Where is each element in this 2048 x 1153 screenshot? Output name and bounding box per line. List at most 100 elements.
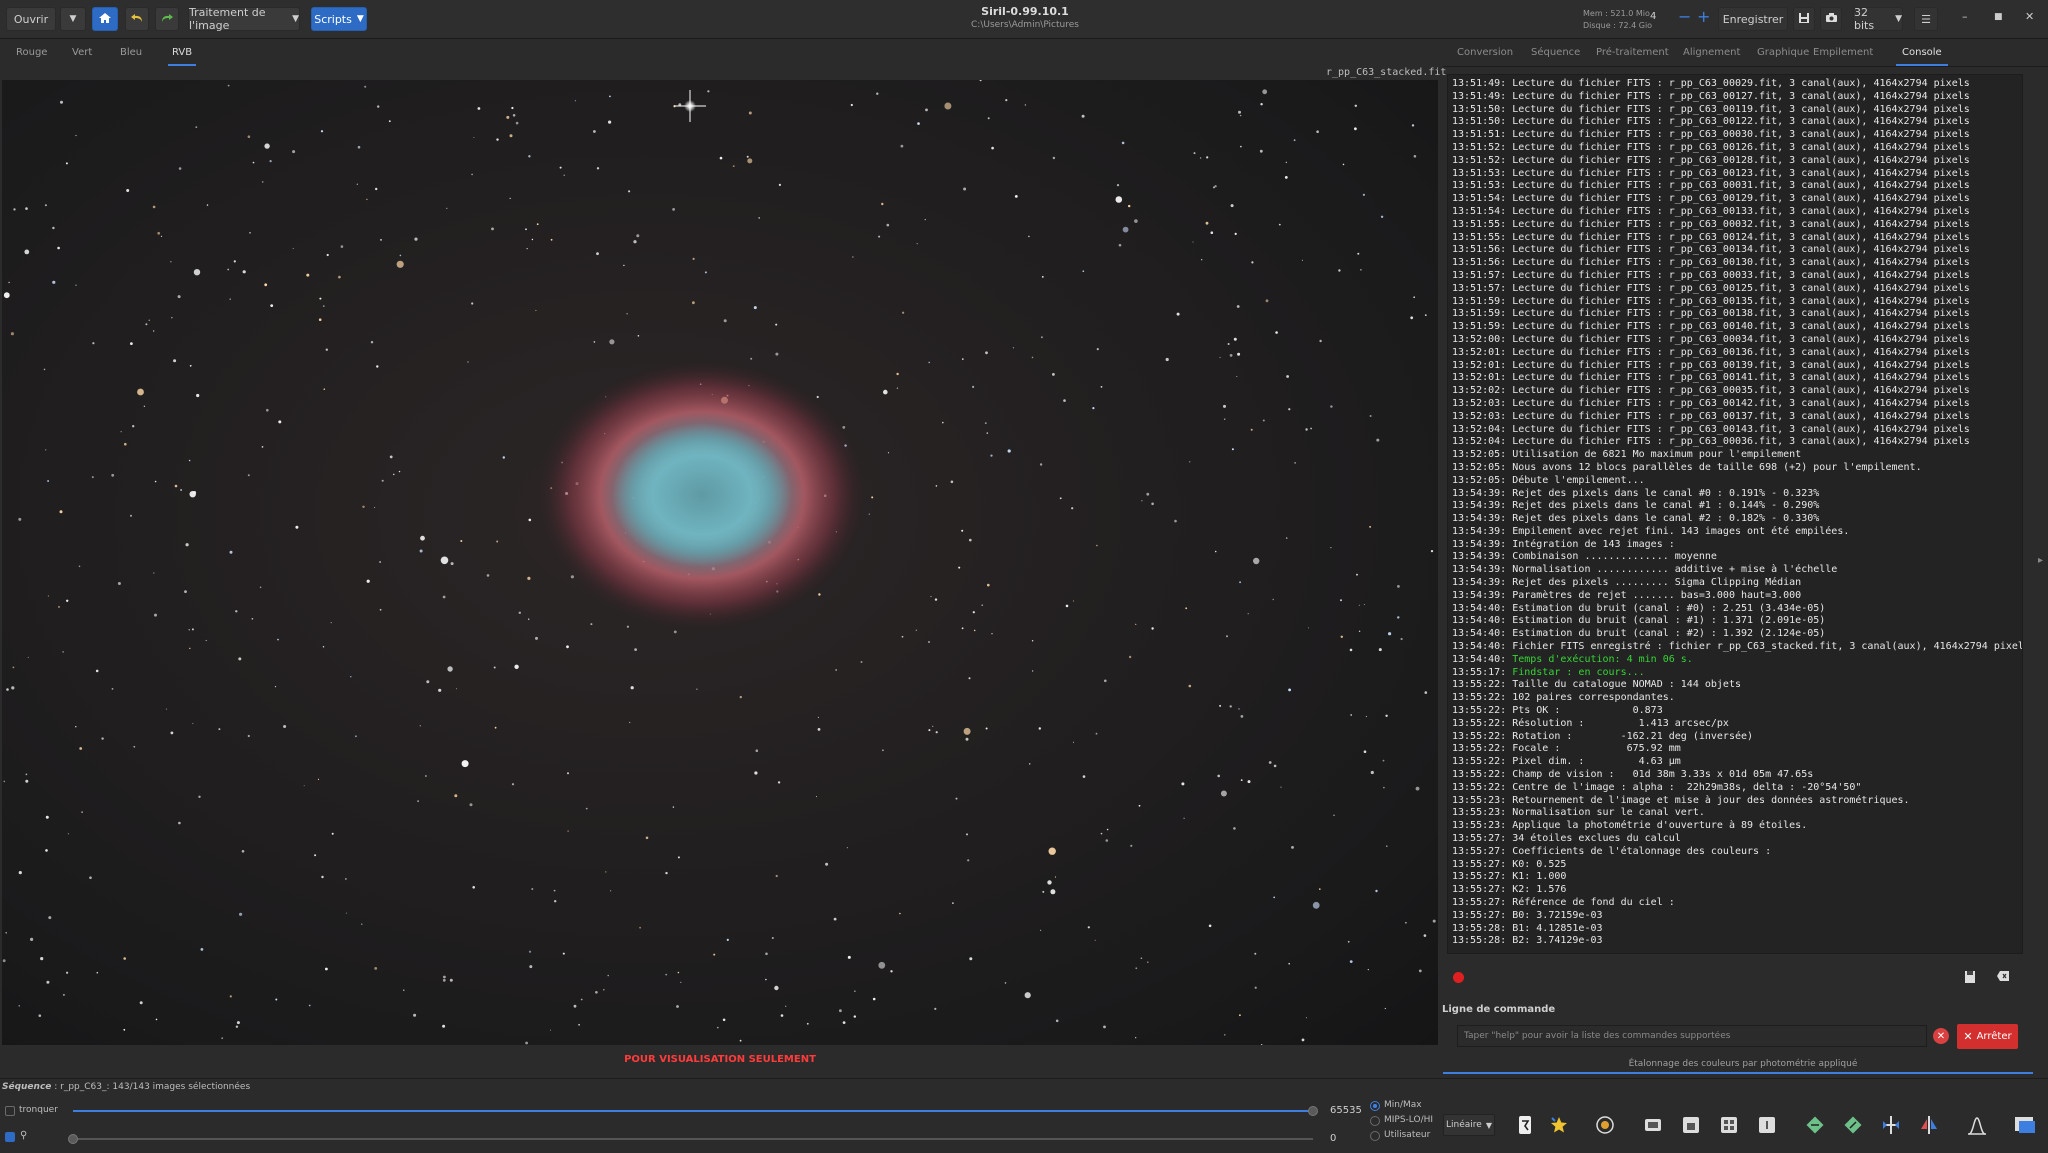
increase-threads-icon[interactable]: + xyxy=(1697,7,1710,26)
close-icon[interactable]: ✕ xyxy=(2025,10,2034,23)
star xyxy=(506,115,510,119)
recent-files-dropdown[interactable]: ▼ xyxy=(60,7,86,31)
console-log[interactable]: 13:51:49: Lecture du fichier FITS : r_pp… xyxy=(1447,74,2023,954)
max-value[interactable]: 65535 xyxy=(1330,1105,1362,1116)
tab-blue[interactable]: Bleu xyxy=(120,47,142,58)
tab-sequence[interactable]: Séquence xyxy=(1531,47,1580,58)
stop-button[interactable]: ✕ Arrêter xyxy=(1957,1024,2018,1049)
min-slider-handle[interactable] xyxy=(68,1134,78,1144)
lock-checkbox[interactable] xyxy=(5,1132,15,1142)
home-button[interactable] xyxy=(92,7,118,31)
star xyxy=(1230,204,1234,208)
tab-preprocessing[interactable]: Pré-traitement xyxy=(1596,47,1669,58)
star xyxy=(968,677,971,680)
app-title: Siril-0.99.10.1 xyxy=(981,5,1069,18)
console-line: 13:55:22: Centre de l'image : alpha : 22… xyxy=(1452,782,2022,795)
star xyxy=(1247,780,1251,784)
command-input[interactable] xyxy=(1457,1025,1927,1047)
star xyxy=(275,998,278,1001)
save-as-button[interactable] xyxy=(1793,7,1815,31)
star xyxy=(935,731,938,734)
grid-view-icon[interactable] xyxy=(1716,1112,1742,1138)
tab-plot[interactable]: Graphique xyxy=(1757,47,1809,58)
negative-view-icon[interactable] xyxy=(1512,1112,1538,1138)
clip-checkbox[interactable] xyxy=(5,1106,15,1116)
star xyxy=(308,1004,311,1007)
star xyxy=(206,204,209,206)
clear-log-icon[interactable] xyxy=(1996,970,2010,985)
user-radio[interactable] xyxy=(1370,1131,1380,1141)
save-log-icon[interactable] xyxy=(1964,970,1976,987)
star xyxy=(509,134,513,138)
chip-icon[interactable] xyxy=(1640,1112,1666,1138)
tab-rgb[interactable]: RVB xyxy=(167,47,197,66)
star xyxy=(78,565,81,568)
star xyxy=(878,235,881,238)
star xyxy=(1350,714,1353,716)
star-detection-icon[interactable] xyxy=(1546,1112,1572,1138)
tab-conversion[interactable]: Conversion xyxy=(1457,47,1513,58)
min-value[interactable]: 0 xyxy=(1330,1133,1336,1144)
star xyxy=(713,953,716,956)
panel-collapse-icon[interactable]: ▸ xyxy=(2038,555,2043,566)
star xyxy=(726,938,729,942)
star xyxy=(126,189,130,192)
star xyxy=(1039,463,1043,466)
threads-value[interactable]: 4 xyxy=(1650,11,1656,22)
minimize-icon[interactable]: – xyxy=(1962,10,1968,23)
max-slider-handle[interactable] xyxy=(1308,1106,1318,1116)
mips-radio[interactable] xyxy=(1370,1116,1380,1126)
scripts-menu[interactable]: Scripts ▼ xyxy=(311,7,367,31)
stretch-select[interactable]: Linéaire ▼ xyxy=(1443,1114,1495,1136)
tab-green[interactable]: Vert xyxy=(72,47,92,58)
console-message: Pixel dim. : 4.63 µm xyxy=(1506,756,1681,768)
snapshot-button[interactable] xyxy=(1820,7,1842,31)
console-timestamp: 13:51:56: xyxy=(1452,257,1507,269)
maximize-icon[interactable]: ■ xyxy=(1994,12,2003,22)
tab-registration[interactable]: Alignement xyxy=(1683,47,1740,58)
log-record-icon[interactable] xyxy=(1453,972,1464,983)
console-message: Findstar : en cours... xyxy=(1506,666,1645,678)
info-panel-icon[interactable] xyxy=(1754,1112,1780,1138)
clear-command-icon[interactable]: ✕ xyxy=(1933,1028,1949,1044)
undo-button[interactable] xyxy=(125,7,149,31)
star xyxy=(778,183,782,186)
console-message: Utilisation de 6821 Mo maximum pour l'em… xyxy=(1506,449,1802,461)
hamburger-menu-button[interactable]: ☰ xyxy=(1914,7,1938,31)
image-viewport[interactable] xyxy=(2,80,1438,1045)
star xyxy=(218,728,221,731)
tab-stacking[interactable]: Empilement xyxy=(1813,47,1873,58)
tab-console[interactable]: Console xyxy=(1896,47,1948,66)
decrease-threads-icon[interactable]: − xyxy=(1678,7,1691,26)
star xyxy=(145,323,148,326)
star xyxy=(672,806,675,808)
star xyxy=(1052,156,1056,160)
save-snapshot-icon[interactable] xyxy=(1678,1112,1704,1138)
console-message: Rotation : -162.21 deg (inversée) xyxy=(1506,730,1754,742)
console-timestamp: 13:54:39: xyxy=(1452,513,1507,525)
redo-button[interactable] xyxy=(155,7,179,31)
minmax-radio[interactable] xyxy=(1370,1101,1380,1111)
flip-icon[interactable] xyxy=(1916,1112,1942,1138)
save-button[interactable]: Enregistrer xyxy=(1718,7,1788,31)
console-message: Lecture du fichier FITS : r_pp_C63_00124… xyxy=(1506,231,1970,243)
histogram-icon[interactable] xyxy=(1964,1112,1990,1138)
star xyxy=(1424,691,1428,694)
mirror-icon[interactable] xyxy=(1878,1112,1904,1138)
console-line: 13:55:27: 34 étoiles exclues du calcul xyxy=(1452,833,2022,846)
bit-depth-select[interactable]: 32 bits ▼ xyxy=(1853,6,1903,32)
image-processing-menu[interactable]: Traitement de l'image ▼ xyxy=(188,6,300,32)
chevron-down-icon: ▼ xyxy=(292,14,299,24)
tab-red[interactable]: Rouge xyxy=(16,47,47,58)
star xyxy=(817,728,821,731)
rotate-left-icon[interactable] xyxy=(1802,1112,1828,1138)
photometry-icon[interactable] xyxy=(2012,1112,2038,1138)
star xyxy=(1369,415,1372,417)
star xyxy=(1362,193,1365,196)
psf-icon[interactable] xyxy=(1592,1112,1618,1138)
star xyxy=(1357,252,1360,255)
star xyxy=(1065,604,1069,608)
star xyxy=(1278,223,1281,226)
open-button[interactable]: Ouvrir xyxy=(6,7,56,31)
rotate-right-icon[interactable] xyxy=(1840,1112,1866,1138)
